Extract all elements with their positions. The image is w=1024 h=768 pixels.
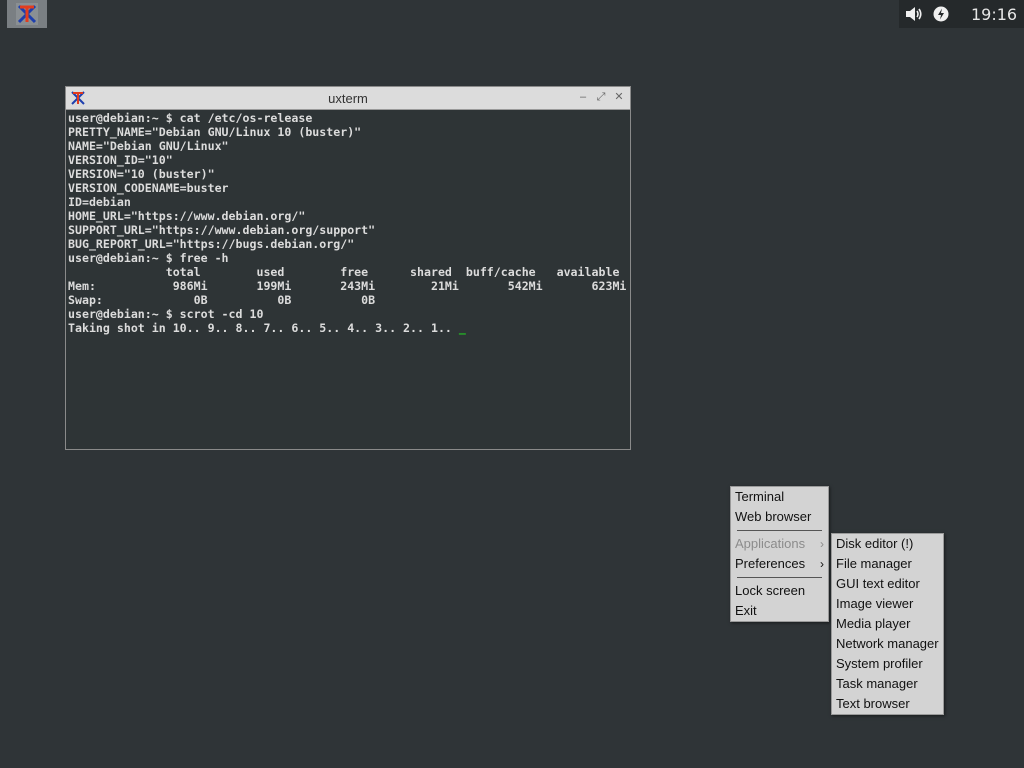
- terminal-line: VERSION_CODENAME=buster: [68, 181, 229, 195]
- menu-item-preferences[interactable]: Preferences ›: [731, 554, 828, 574]
- maximize-button[interactable]: ⤢: [594, 90, 608, 104]
- terminal-line: NAME="Debian GNU/Linux": [68, 139, 229, 153]
- top-panel: 19:16: [0, 0, 1024, 29]
- terminal-line: Taking shot in 10.. 9.. 8.. 7.. 6.. 5.. …: [68, 321, 459, 335]
- terminal-line: HOME_URL="https://www.debian.org/": [68, 209, 306, 223]
- terminal-line: user@debian:~ $ cat /etc/os-release: [68, 111, 313, 125]
- terminal-line: BUG_REPORT_URL="https://bugs.debian.org/…: [68, 237, 355, 251]
- menu-item-media-player[interactable]: Media player: [832, 614, 943, 634]
- terminal-line: SUPPORT_URL="https://www.debian.org/supp…: [68, 223, 376, 237]
- menu-item-system-profiler[interactable]: System profiler: [832, 654, 943, 674]
- terminal-line-current: Taking shot in 10.. 9.. 8.. 7.. 6.. 5.. …: [68, 321, 626, 335]
- menu-item-applications[interactable]: Applications ›: [731, 534, 828, 554]
- menu-item-file-manager[interactable]: File manager: [832, 554, 943, 574]
- menu-item-text-browser[interactable]: Text browser: [832, 694, 943, 714]
- xterm-icon: [16, 3, 38, 25]
- root-menu: Terminal Web browser Applications › Pref…: [730, 486, 829, 622]
- terminal-window[interactable]: uxterm ‒ ⤢ ✕ user@debian:~ $ cat /etc/os…: [65, 86, 631, 450]
- minimize-button[interactable]: ‒: [576, 90, 590, 104]
- desktop: 19:16 uxterm ‒ ⤢ ✕ user@debian:~ $ cat /…: [0, 0, 1024, 768]
- window-title: uxterm: [328, 91, 368, 106]
- menu-item-network-manager[interactable]: Network manager: [832, 634, 943, 654]
- terminal-line: user@debian:~ $ free -h: [68, 251, 229, 265]
- menu-item-label: Preferences: [735, 556, 806, 571]
- terminal-line: total used free shared buff/cache availa…: [68, 265, 620, 279]
- close-button[interactable]: ✕: [612, 90, 626, 104]
- menu-item-exit[interactable]: Exit: [731, 601, 828, 621]
- terminal-output[interactable]: user@debian:~ $ cat /etc/os-release PRETT…: [68, 111, 626, 445]
- menu-separator: [731, 574, 828, 581]
- menu-item-label: Applications: [735, 536, 806, 551]
- launcher-button[interactable]: [7, 0, 47, 28]
- terminal-line: VERSION_ID="10": [68, 153, 173, 167]
- text-cursor: _: [458, 321, 466, 335]
- menu-item-terminal[interactable]: Terminal: [731, 487, 828, 507]
- menu-separator: [731, 527, 828, 534]
- terminal-line: user@debian:~ $ scrot -cd 10: [68, 307, 264, 321]
- menu-item-gui-text-editor[interactable]: GUI text editor: [832, 574, 943, 594]
- submenu-arrow-icon: ›: [820, 537, 824, 551]
- terminal-line: PRETTY_NAME="Debian GNU/Linux 10 (buster…: [68, 125, 362, 139]
- terminal-line: Swap: 0B 0B 0B: [68, 293, 376, 307]
- terminal-line: Mem: 986Mi 199Mi 243Mi 21Mi 542Mi 623Mi: [68, 279, 626, 293]
- terminal-line: ID=debian: [68, 195, 131, 209]
- menu-item-image-viewer[interactable]: Image viewer: [832, 594, 943, 614]
- menu-item-web-browser[interactable]: Web browser: [731, 507, 828, 527]
- volume-icon[interactable]: [905, 6, 923, 22]
- menu-item-lock-screen[interactable]: Lock screen: [731, 581, 828, 601]
- power-icon[interactable]: [933, 6, 949, 22]
- preferences-submenu: Disk editor (!) File manager GUI text ed…: [831, 533, 944, 715]
- menu-item-task-manager[interactable]: Task manager: [832, 674, 943, 694]
- menu-item-disk-editor[interactable]: Disk editor (!): [832, 534, 943, 554]
- submenu-arrow-icon: ›: [820, 557, 824, 571]
- system-tray: 19:16: [899, 0, 1024, 28]
- terminal-line: VERSION="10 (buster)": [68, 167, 215, 181]
- clock[interactable]: 19:16: [971, 5, 1017, 24]
- window-titlebar[interactable]: uxterm ‒ ⤢ ✕: [66, 87, 630, 110]
